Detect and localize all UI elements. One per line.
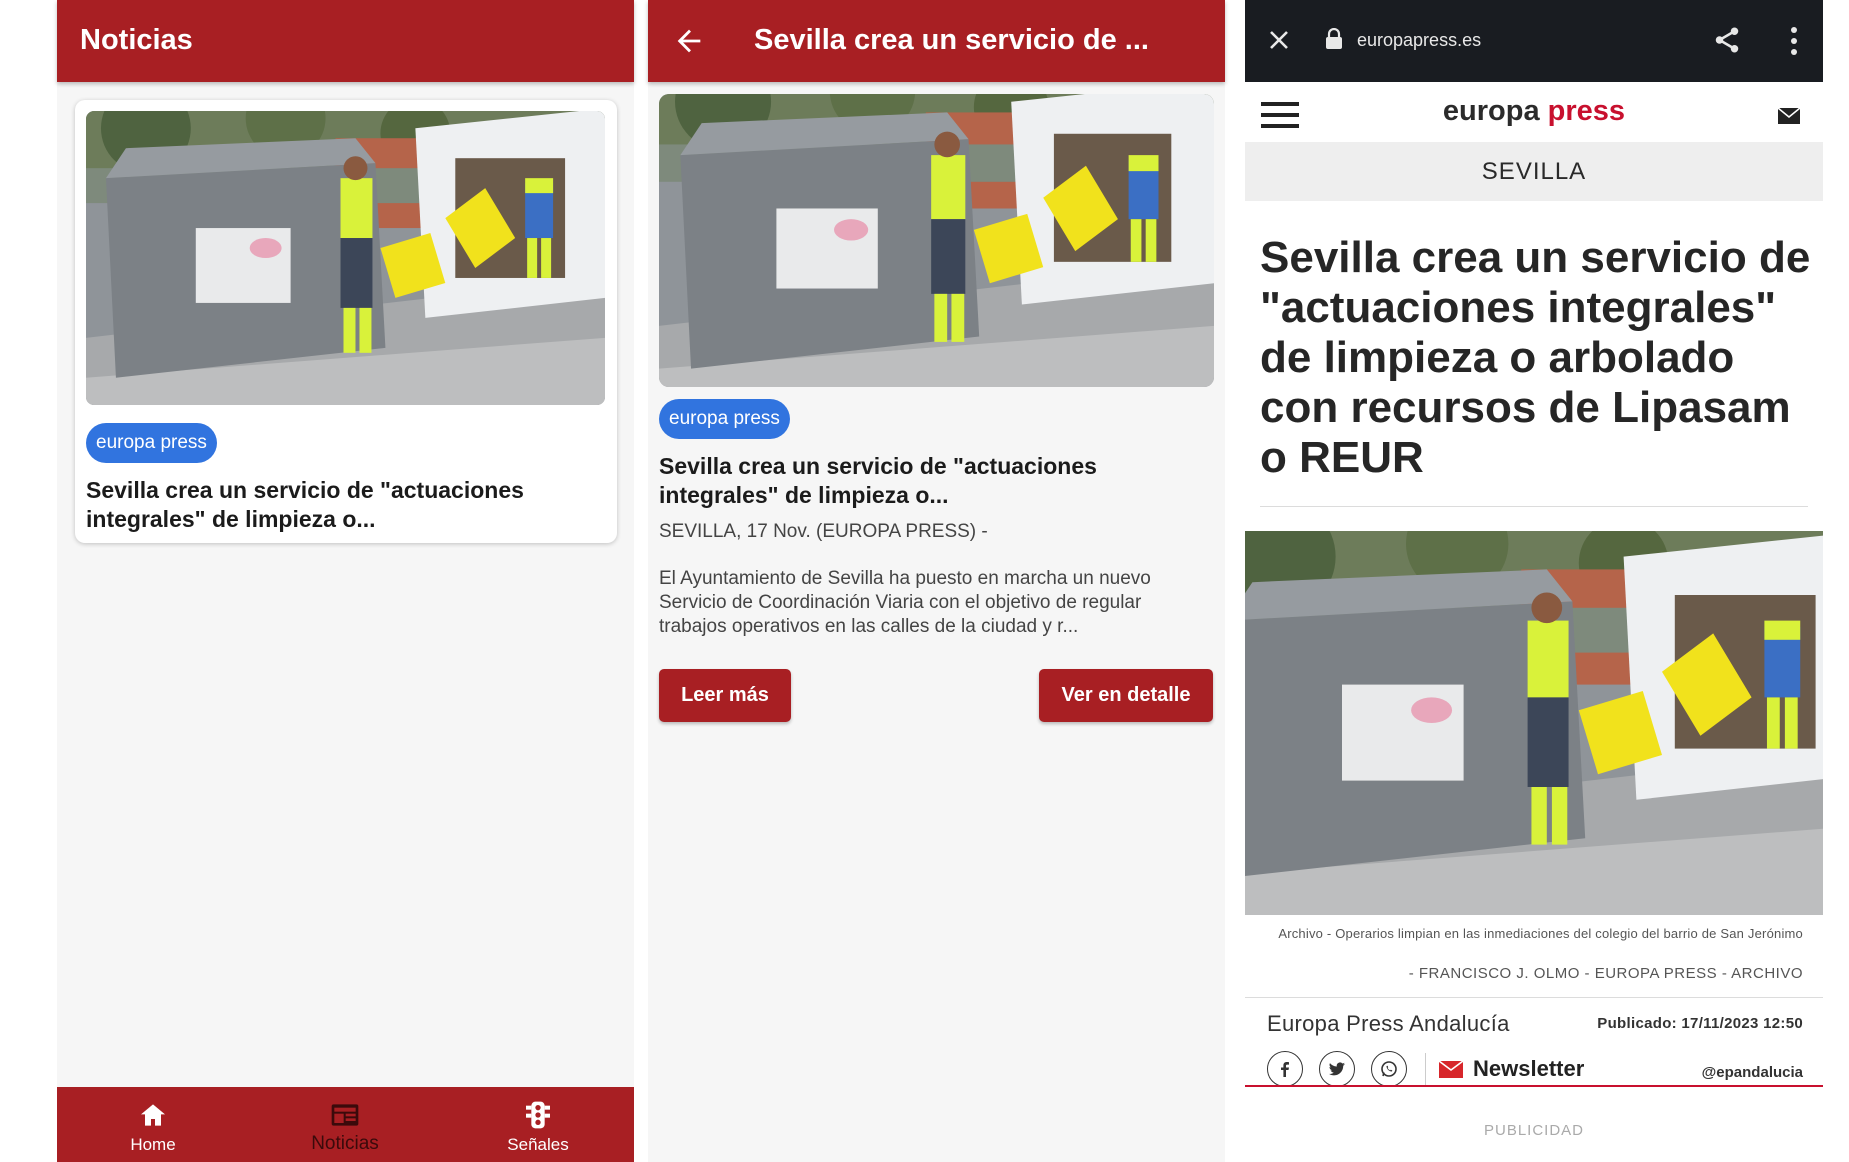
app-bar: Sevilla crea un servicio de ... bbox=[648, 0, 1225, 82]
source-chip: europa press bbox=[659, 399, 790, 439]
divider bbox=[1245, 1085, 1823, 1087]
twitter-handle[interactable]: @epandalucia bbox=[1702, 1064, 1803, 1081]
back-arrow-icon[interactable] bbox=[672, 24, 706, 58]
more-vertical-icon[interactable] bbox=[1790, 26, 1798, 56]
view-detail-button[interactable]: Ver en detalle bbox=[1039, 669, 1213, 722]
browser-article-screen: europapress.es europa press SEVILLA Sevi… bbox=[1245, 0, 1823, 1162]
nav-item-home[interactable]: Home bbox=[57, 1087, 249, 1162]
page-title: Sevilla crea un servicio de ... bbox=[754, 24, 1149, 56]
bottom-navigation: Home Noticias Señales bbox=[57, 1087, 634, 1162]
screenshot-collage: Noticias europa press Sevilla crea un se… bbox=[0, 0, 1849, 1162]
close-icon[interactable] bbox=[1267, 28, 1291, 52]
twitter-icon bbox=[1329, 1062, 1345, 1076]
news-dateline: SEVILLA, 17 Nov. (EUROPA PRESS) - bbox=[659, 521, 988, 542]
site-logo[interactable]: europa press bbox=[1245, 95, 1823, 128]
newsletter-link[interactable]: Newsletter bbox=[1473, 1056, 1584, 1082]
news-list-screen: Noticias europa press Sevilla crea un se… bbox=[57, 0, 634, 1162]
photo-credit: - FRANCISCO J. OLMO - EUROPA PRESS - ARC… bbox=[1408, 965, 1803, 982]
divider bbox=[1260, 506, 1808, 507]
envelope-icon bbox=[1439, 1061, 1463, 1078]
newspaper-icon bbox=[331, 1104, 359, 1126]
divider bbox=[1245, 997, 1823, 998]
twitter-share-button[interactable] bbox=[1319, 1051, 1355, 1087]
nav-label: Noticias bbox=[311, 1133, 379, 1154]
browser-toolbar: europapress.es bbox=[1245, 0, 1823, 82]
article-author[interactable]: Europa Press Andalucía bbox=[1267, 1011, 1510, 1037]
nav-label: Home bbox=[130, 1135, 176, 1154]
home-icon bbox=[141, 1104, 165, 1126]
mail-icon[interactable] bbox=[1778, 108, 1800, 124]
published-date: Publicado: 17/11/2023 12:50 bbox=[1597, 1015, 1803, 1032]
site-header: europa press bbox=[1245, 82, 1823, 142]
photo-caption: Archivo - Operarios limpian en las inmed… bbox=[1278, 926, 1803, 941]
facebook-share-button[interactable] bbox=[1267, 1051, 1303, 1087]
news-summary: El Ayuntamiento de Sevilla ha puesto en … bbox=[659, 568, 1151, 637]
news-headline: Sevilla crea un servicio de "actuaciones… bbox=[659, 453, 1097, 508]
news-card[interactable]: europa press Sevilla crea un servicio de… bbox=[75, 100, 617, 543]
divider bbox=[1425, 1053, 1426, 1085]
url-text[interactable]: europapress.es bbox=[1357, 30, 1481, 51]
news-detail-screen: Sevilla crea un servicio de ... europa p… bbox=[648, 0, 1225, 1162]
lock-icon bbox=[1326, 28, 1342, 49]
logo-part1: europa bbox=[1442, 95, 1540, 127]
traffic-light-icon bbox=[526, 1101, 550, 1129]
article-photo bbox=[1245, 531, 1823, 915]
article-title: Sevilla crea un servicio de "actuaciones… bbox=[1260, 233, 1811, 482]
news-photo bbox=[659, 94, 1214, 387]
whatsapp-share-button[interactable] bbox=[1371, 1051, 1407, 1087]
news-photo bbox=[86, 111, 605, 405]
section-label[interactable]: SEVILLA bbox=[1245, 142, 1823, 201]
nav-label: Señales bbox=[507, 1135, 569, 1154]
news-card-title: Sevilla crea un servicio de "actuaciones… bbox=[86, 477, 524, 532]
nav-item-senales[interactable]: Señales bbox=[442, 1087, 634, 1162]
source-chip: europa press bbox=[86, 423, 217, 463]
app-bar: Noticias bbox=[57, 0, 634, 82]
facebook-icon bbox=[1281, 1062, 1289, 1077]
read-more-button[interactable]: Leer más bbox=[659, 669, 791, 722]
page-title: Noticias bbox=[80, 24, 193, 56]
whatsapp-icon bbox=[1381, 1061, 1397, 1077]
ad-label: PUBLICIDAD bbox=[1483, 1122, 1585, 1139]
nav-item-noticias[interactable]: Noticias bbox=[249, 1087, 441, 1162]
logo-part2: press bbox=[1547, 95, 1626, 127]
share-icon[interactable] bbox=[1712, 25, 1742, 55]
